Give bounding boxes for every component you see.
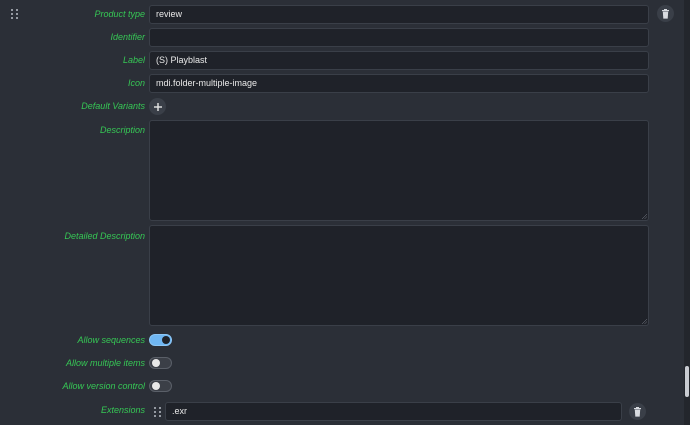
allow-multiple-items-label: Allow multiple items [65,358,145,368]
resize-handle-icon[interactable] [642,319,647,324]
extension-field[interactable]: .exr [165,402,622,421]
label-field[interactable]: (S) Playblast [149,51,649,70]
plus-icon [153,102,162,111]
toggle-knob [152,382,160,390]
trash-icon [662,8,669,19]
scrollbar[interactable] [684,0,690,425]
resize-handle-icon[interactable] [642,214,647,219]
description-label: Description [99,125,145,135]
identifier-field[interactable] [149,28,649,47]
extensions-label: Extensions [100,405,145,415]
allow-version-control-label: Allow version control [62,381,145,391]
toggle-knob [162,336,170,344]
drag-handle-icon[interactable] [154,407,162,417]
delete-product-button[interactable] [657,5,674,22]
detailed-description-textarea[interactable] [149,225,649,326]
product-type-field[interactable]: review [149,5,649,24]
allow-version-control-toggle[interactable] [149,380,172,392]
add-variant-button[interactable] [149,98,166,115]
allow-multiple-items-toggle[interactable] [149,357,172,369]
allow-sequences-label: Allow sequences [77,335,145,345]
icon-field[interactable]: mdi.folder-multiple-image [149,74,649,93]
default-variants-label: Default Variants [81,101,145,111]
icon-label: Icon [127,78,145,88]
detailed-description-label: Detailed Description [64,231,145,241]
product-type-label: Product type [94,9,145,19]
toggle-knob [152,359,160,367]
description-textarea[interactable] [149,120,649,221]
scrollbar-thumb[interactable] [685,366,689,397]
allow-sequences-toggle[interactable] [149,334,172,346]
delete-extension-button[interactable] [629,403,646,420]
identifier-label: Identifier [110,32,145,42]
label-label: Label [122,55,145,65]
trash-icon [634,406,641,417]
